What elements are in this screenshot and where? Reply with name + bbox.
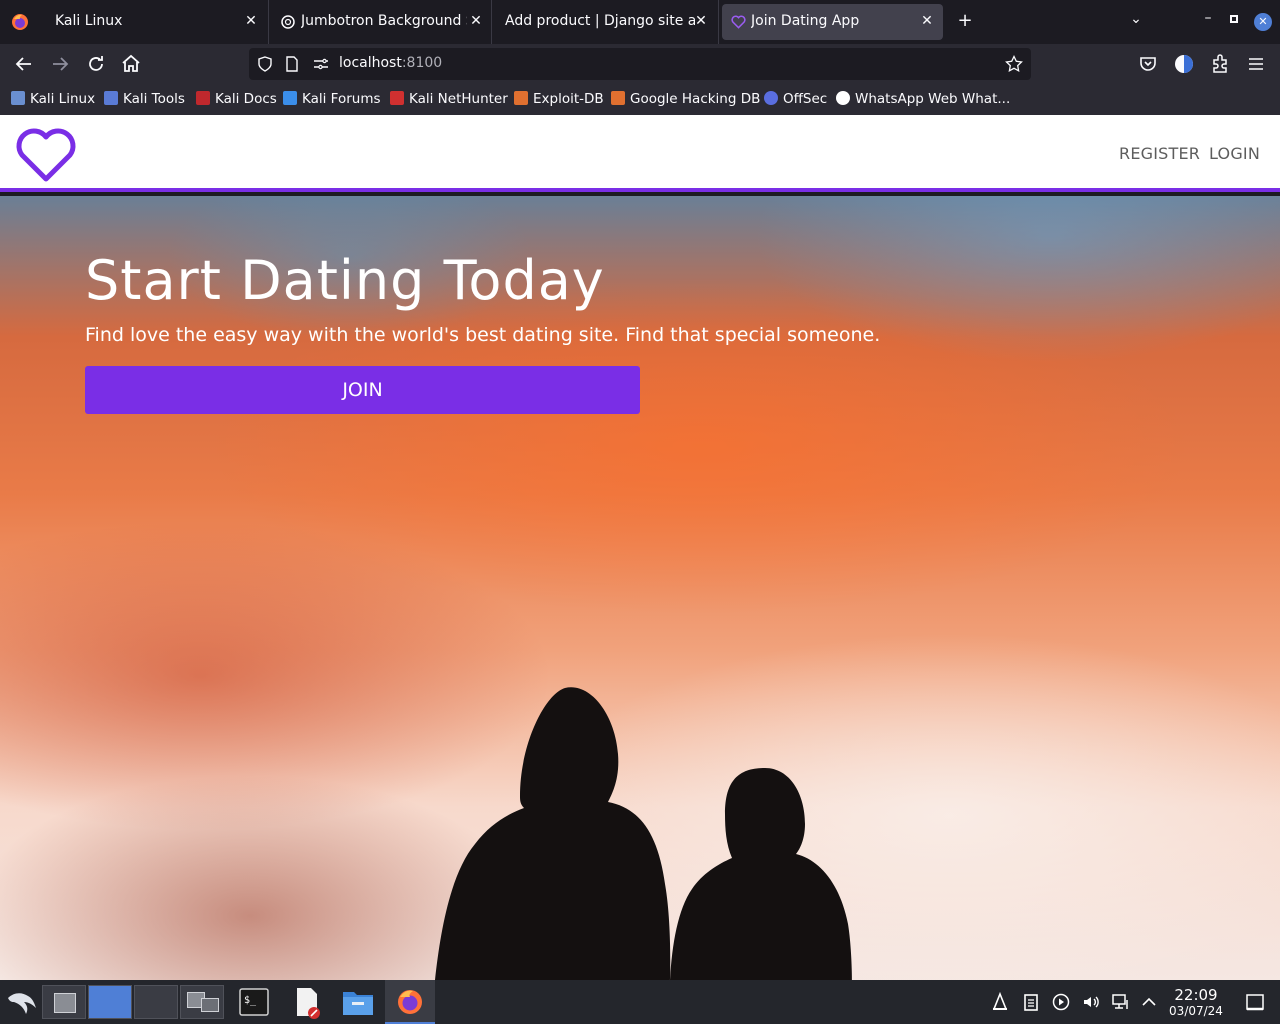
permissions-icon[interactable]: [313, 57, 329, 71]
bookmark-kali-tools[interactable]: Kali Tools: [104, 91, 185, 107]
pocket-icon[interactable]: [1136, 52, 1160, 76]
show-desktop-icon[interactable]: [1245, 992, 1265, 1012]
url-text: localhost:8100: [339, 55, 443, 71]
extensions-icon[interactable]: [1208, 52, 1232, 76]
new-tab-icon[interactable]: +: [955, 10, 975, 31]
offsec-icon: [764, 91, 778, 105]
bookmark-exploit-db[interactable]: Exploit-DB: [514, 91, 604, 107]
register-link[interactable]: REGISTER: [1119, 144, 1200, 163]
tab-jumbotron[interactable]: Jumbotron Background Sli ✕: [270, 0, 492, 44]
tray-expand-chevron-icon[interactable]: [1139, 992, 1159, 1012]
workspace-3[interactable]: [134, 985, 178, 1019]
tab-list-chevron-icon[interactable]: ⌄: [1126, 11, 1146, 27]
bookmark-offsec[interactable]: OffSec: [764, 91, 827, 107]
firefox-taskbar-button[interactable]: [385, 980, 435, 1024]
bookmark-kali-docs[interactable]: Kali Docs: [196, 91, 277, 107]
hero-subtitle: Find love the easy way with the world's …: [85, 324, 881, 346]
vlc-icon[interactable]: [990, 992, 1010, 1012]
close-icon[interactable]: ✕: [243, 13, 259, 29]
kali-dragon-icon: [11, 91, 25, 105]
bookmark-google-hacking-db[interactable]: Google Hacking DB: [611, 91, 760, 107]
hero-jumbotron: Start Dating Today Find love the easy wa…: [0, 196, 1280, 980]
home-icon[interactable]: [119, 52, 143, 76]
media-player-icon[interactable]: [1051, 992, 1071, 1012]
volume-icon[interactable]: [1081, 992, 1101, 1012]
hamburger-menu-icon[interactable]: [1244, 52, 1268, 76]
tab-join-dating-app[interactable]: Join Dating App ✕: [722, 0, 943, 44]
heart-logo-icon[interactable]: [15, 126, 77, 184]
google-icon: [836, 91, 850, 105]
bookmark-star-icon[interactable]: [1005, 55, 1023, 73]
minimize-icon[interactable]: –: [1198, 10, 1218, 26]
kali-start-menu-icon[interactable]: [6, 988, 38, 1016]
site-header: REGISTER LOGIN: [0, 115, 1280, 192]
close-icon[interactable]: ✕: [468, 13, 484, 29]
reload-icon[interactable]: [84, 52, 108, 76]
terminal-icon[interactable]: $_: [238, 986, 270, 1018]
forward-icon[interactable]: [48, 52, 72, 76]
openai-icon: [281, 15, 295, 29]
clipboard-icon[interactable]: [1021, 992, 1041, 1012]
bookmark-whatsapp-web[interactable]: WhatsApp Web What...: [836, 91, 1010, 107]
clock-time[interactable]: 22:09: [1168, 986, 1224, 1004]
bookmark-kali-nethunter[interactable]: Kali NetHunter: [390, 91, 508, 107]
text-editor-icon[interactable]: [292, 986, 322, 1020]
tab-kali-linux[interactable]: Kali Linux ✕: [43, 0, 269, 44]
couple-silhouette-image: [435, 687, 852, 980]
tracking-shield-icon[interactable]: [257, 56, 273, 72]
firefox-icon: [398, 990, 422, 1014]
join-button[interactable]: JOIN: [85, 366, 640, 414]
workspace-1[interactable]: [42, 985, 86, 1019]
desktop-taskbar: $_ 22:09 03/07/24: [0, 980, 1280, 1024]
window-close-icon[interactable]: ✕: [1254, 13, 1272, 31]
close-icon[interactable]: ✕: [919, 13, 935, 29]
account-icon[interactable]: [1172, 52, 1196, 76]
web-page: REGISTER LOGIN Start Dating Today Find l…: [0, 115, 1280, 980]
page-info-icon[interactable]: [285, 56, 299, 72]
workspace-2[interactable]: [88, 985, 132, 1019]
address-bar[interactable]: localhost:8100: [249, 48, 1031, 80]
file-manager-icon[interactable]: [341, 986, 375, 1018]
ghdb-icon: [611, 91, 625, 105]
kali-tools-icon: [104, 91, 118, 105]
heart-icon: [731, 15, 746, 29]
browser-tab-bar: Kali Linux ✕ Jumbotron Background Sli ✕ …: [0, 0, 1280, 44]
nethunter-icon: [390, 91, 404, 105]
login-link[interactable]: LOGIN: [1209, 144, 1260, 163]
browser-navigation-bar: localhost:8100: [0, 44, 1280, 84]
close-icon[interactable]: ✕: [693, 13, 709, 29]
kali-docs-icon: [196, 91, 210, 105]
clock-date[interactable]: 03/07/24: [1164, 1004, 1228, 1018]
workspace-4[interactable]: [180, 985, 224, 1019]
bookmark-kali-forums[interactable]: Kali Forums: [283, 91, 381, 107]
maximize-icon[interactable]: [1226, 13, 1242, 29]
back-icon[interactable]: [12, 52, 36, 76]
hero-title: Start Dating Today: [85, 249, 605, 312]
svg-text:$_: $_: [244, 995, 257, 1006]
firefox-menu-icon[interactable]: [11, 13, 29, 31]
bookmark-kali-linux[interactable]: Kali Linux: [11, 91, 95, 107]
bookmarks-toolbar: Kali Linux Kali Tools Kali Docs Kali For…: [0, 84, 1280, 115]
exploit-db-icon: [514, 91, 528, 105]
kali-forums-icon: [283, 91, 297, 105]
tab-add-product[interactable]: Add product | Django site adr ✕: [493, 0, 719, 44]
network-icon[interactable]: [1111, 992, 1131, 1012]
